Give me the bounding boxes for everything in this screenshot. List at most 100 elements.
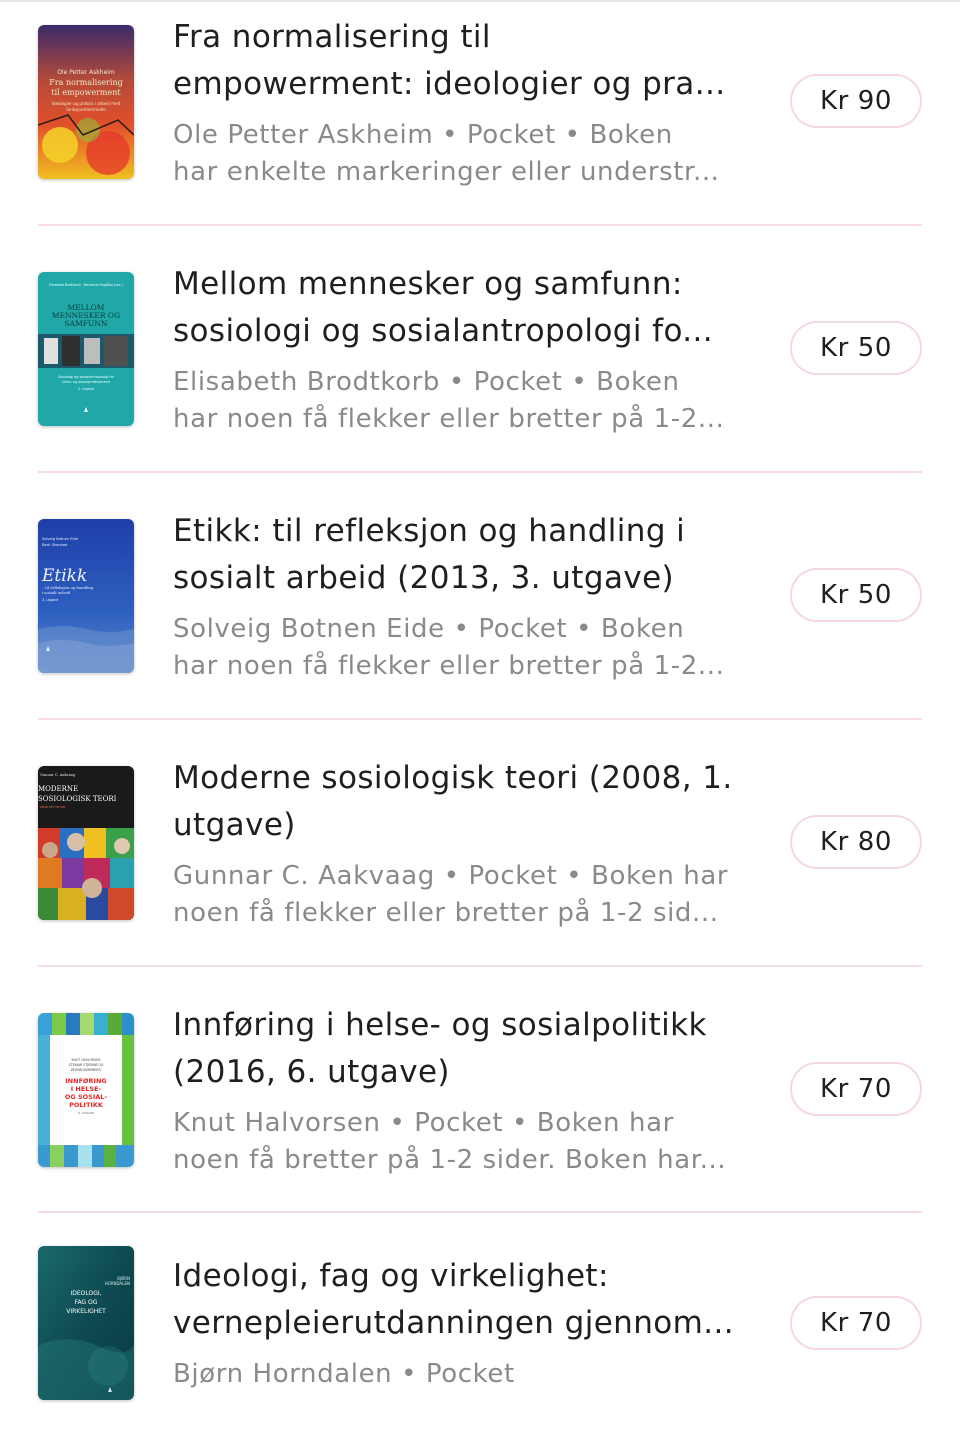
cover-author: STEINAR STJERNØ OG bbox=[69, 1062, 104, 1067]
book-meta-line: Solveig Botnen Eide • Pocket • Boken bbox=[173, 614, 685, 644]
book-title[interactable]: Mellom mennesker og samfunn: sosiologi o… bbox=[173, 261, 743, 355]
book-title-line: utgave) bbox=[173, 807, 296, 843]
book-meta-line: har noen få flekker eller bretter på 1-2… bbox=[173, 404, 725, 434]
cover-title-line: VIRKELIGHET bbox=[66, 1308, 106, 1315]
book-title-line: sosialt arbeid (2013, 3. utgave) bbox=[173, 560, 675, 596]
list-item[interactable]: BJØRN HORNDALEN IDEOLOGI, FAG OG VIRKELI… bbox=[38, 1234, 922, 1433]
cover-art-5: KNUT HALVORSEN STEINAR STJERNØ OG ØIVIND… bbox=[38, 1013, 134, 1167]
price-button[interactable]: Kr 50 bbox=[790, 568, 922, 622]
cover-subtitle: i sosialt arbeid bbox=[42, 590, 71, 595]
book-title-line: Etikk: til refleksjon og handling i bbox=[173, 513, 686, 549]
cover-title-line: INNFØRING bbox=[65, 1077, 106, 1085]
divider bbox=[38, 965, 922, 967]
cover-art-6: BJØRN HORNDALEN IDEOLOGI, FAG OG VIRKELI… bbox=[38, 1246, 134, 1400]
divider bbox=[38, 471, 922, 473]
price-button[interactable]: Kr 50 bbox=[790, 321, 922, 375]
price-button[interactable]: Kr 70 bbox=[790, 1062, 922, 1116]
divider bbox=[38, 718, 922, 720]
cover-subtitle: helse- og sosialprofesjonene bbox=[62, 380, 110, 384]
book-title-line: empowerment: ideologier og pra... bbox=[173, 66, 726, 102]
cover-title-line: SAMFUNN bbox=[65, 319, 108, 328]
book-meta: Solveig Botnen Eide • Pocket • Boken har… bbox=[173, 611, 743, 685]
book-title-line: (2016, 6. utgave) bbox=[173, 1054, 450, 1090]
cover-title-line: I HELSE- bbox=[71, 1085, 102, 1093]
cover-author: HORNDALEN bbox=[105, 1281, 130, 1286]
book-meta-line: noen få bretter på 1-2 sider. Boken har.… bbox=[173, 1145, 727, 1175]
list-item[interactable]: KNUT HALVORSEN STEINAR STJERNØ OG ØIVIND… bbox=[38, 988, 922, 1213]
cover-author: Ole Petter Askheim bbox=[57, 69, 115, 76]
price-label: Kr 90 bbox=[819, 86, 893, 116]
cover-author: KNUT HALVORSEN bbox=[71, 1058, 101, 1062]
book-cover[interactable]: BJØRN HORNDALEN IDEOLOGI, FAG OG VIRKELI… bbox=[38, 1246, 134, 1400]
cover-art-1: Ole Petter Askheim Fra normalisering til… bbox=[38, 25, 134, 179]
cover-title-line: MODERNE bbox=[38, 785, 78, 793]
price-button[interactable]: Kr 70 bbox=[790, 1296, 922, 1350]
book-meta: Elisabeth Brodtkorb • Pocket • Boken har… bbox=[173, 364, 743, 438]
book-title[interactable]: Innføring i helse- og sosialpolitikk (20… bbox=[173, 1002, 743, 1096]
price-label: Kr 50 bbox=[819, 580, 893, 610]
book-meta-line: har enkelte markeringer eller understr..… bbox=[173, 157, 720, 187]
book-title[interactable]: Moderne sosiologisk teori (2008, 1. utga… bbox=[173, 755, 743, 849]
price-label: Kr 80 bbox=[819, 827, 893, 857]
book-meta-line: Ole Petter Askheim • Pocket • Boken bbox=[173, 120, 673, 150]
price-button[interactable]: Kr 90 bbox=[790, 74, 922, 128]
cover-title-line: Fra normalisering bbox=[49, 78, 122, 87]
cover-subtitle: Sosiologi og sosialantropologi for bbox=[58, 375, 115, 379]
book-meta: Knut Halvorsen • Pocket • Boken har noen… bbox=[173, 1105, 743, 1179]
book-cover[interactable]: Solveig Botnen Eide Berit Skorstad Etikk… bbox=[38, 519, 134, 673]
price-label: Kr 50 bbox=[819, 333, 893, 363]
book-title[interactable]: Ideologi, fag og virkelighet: vernepleie… bbox=[173, 1253, 743, 1347]
book-cover[interactable]: KNUT HALVORSEN STEINAR STJERNØ OG ØIVIND… bbox=[38, 1013, 134, 1167]
book-title-line: Mellom mennesker og samfunn: bbox=[173, 266, 683, 302]
book-cover[interactable]: Ole Petter Askheim Fra normalisering til… bbox=[38, 25, 134, 179]
cover-publisher: abstrakt forlag bbox=[40, 805, 65, 809]
cover-title-line: FAG OG bbox=[75, 1299, 98, 1306]
book-title[interactable]: Etikk: til refleksjon og handling i sosi… bbox=[173, 508, 743, 602]
cover-title-line: OG SOSIAL- bbox=[65, 1093, 108, 1101]
cover-author: Gunnar C. Aakvaag bbox=[40, 773, 76, 777]
list-item[interactable]: Elisabeth Brodtkorb · Marianne Rugkåsa (… bbox=[38, 247, 922, 472]
book-title-line: Moderne sosiologisk teori (2008, 1. bbox=[173, 760, 733, 796]
cover-art-2: Elisabeth Brodtkorb · Marianne Rugkåsa (… bbox=[38, 272, 134, 426]
cover-title-line: IDEOLOGI, bbox=[70, 1290, 101, 1297]
list-item[interactable]: Ole Petter Askheim Fra normalisering til… bbox=[38, 0, 922, 225]
book-meta: Gunnar C. Aakvaag • Pocket • Boken har n… bbox=[173, 858, 743, 932]
cover-edition: 3. utgave bbox=[42, 598, 58, 602]
cover-author: ØIVIND ØVREBERG bbox=[71, 1067, 102, 1072]
book-title-line: sosiologi og sosialantropologi fo... bbox=[173, 313, 714, 349]
price-button[interactable]: Kr 80 bbox=[790, 815, 922, 869]
cover-art-4: Gunnar C. Aakvaag MODERNE SOSIOLOGISK TE… bbox=[38, 766, 134, 920]
book-meta: Ole Petter Askheim • Pocket • Boken har … bbox=[173, 117, 743, 191]
book-cover[interactable]: Gunnar C. Aakvaag MODERNE SOSIOLOGISK TE… bbox=[38, 766, 134, 920]
book-meta-line: noen få flekker eller bretter på 1-2 sid… bbox=[173, 898, 719, 928]
book-title-line: Fra normalisering til bbox=[173, 19, 491, 55]
cover-author: Berit Skorstad bbox=[42, 543, 67, 547]
cover-title-line: SOSIOLOGISK TEORI bbox=[38, 795, 117, 803]
book-meta-line: Bjørn Horndalen • Pocket bbox=[173, 1359, 515, 1389]
cover-art-3: Solveig Botnen Eide Berit Skorstad Etikk… bbox=[38, 519, 134, 673]
book-title-line: Ideologi, fag og virkelighet: bbox=[173, 1258, 609, 1294]
cover-subtitle: funksjonshemmede bbox=[66, 107, 106, 112]
book-title-line: vernepleierutdanningen gjennom... bbox=[173, 1305, 734, 1341]
cover-author: Elisabeth Brodtkorb · Marianne Rugkåsa (… bbox=[49, 282, 122, 287]
book-title-line: Innføring i helse- og sosialpolitikk bbox=[173, 1007, 707, 1043]
list-item[interactable]: Gunnar C. Aakvaag MODERNE SOSIOLOGISK TE… bbox=[38, 741, 922, 966]
cover-title-line: Etikk bbox=[41, 566, 87, 586]
cover-title-line: POLITIKK bbox=[69, 1101, 104, 1109]
cover-title-line: til empowerment bbox=[51, 88, 121, 97]
list-item[interactable]: Solveig Botnen Eide Berit Skorstad Etikk… bbox=[38, 494, 922, 719]
cover-edition: 6. UTGAVE bbox=[78, 1111, 94, 1115]
book-meta-line: Knut Halvorsen • Pocket • Boken har bbox=[173, 1108, 674, 1138]
divider bbox=[38, 1211, 922, 1213]
book-meta: Bjørn Horndalen • Pocket bbox=[173, 1356, 743, 1393]
cover-edition: 2. utgave bbox=[78, 387, 94, 391]
book-title[interactable]: Fra normalisering til empowerment: ideol… bbox=[173, 14, 743, 108]
price-label: Kr 70 bbox=[819, 1074, 893, 1104]
book-meta-line: Gunnar C. Aakvaag • Pocket • Boken har bbox=[173, 861, 729, 891]
book-meta-line: har noen få flekker eller bretter på 1-2… bbox=[173, 651, 725, 681]
cover-subtitle: Ideologier og praksis i arbeid med bbox=[52, 101, 121, 106]
cover-author: Solveig Botnen Eide bbox=[42, 537, 79, 541]
book-cover[interactable]: Elisabeth Brodtkorb · Marianne Rugkåsa (… bbox=[38, 272, 134, 426]
divider bbox=[38, 224, 922, 226]
price-label: Kr 70 bbox=[819, 1308, 893, 1338]
